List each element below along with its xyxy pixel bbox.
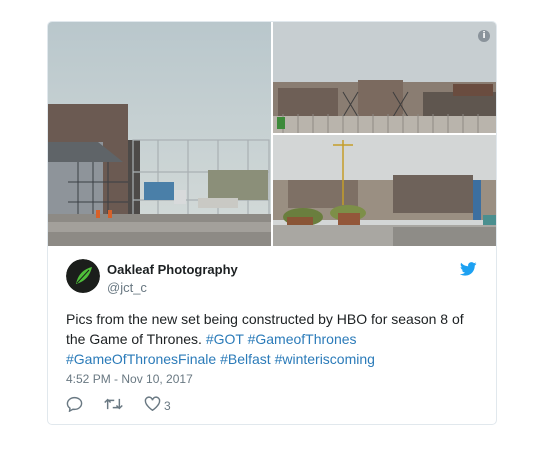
retweet-icon — [104, 397, 123, 416]
tweet-timestamp[interactable]: 4:52 PM - Nov 10, 2017 — [66, 372, 193, 386]
media-grid: i — [48, 22, 496, 246]
embedded-tweet-card: i Oakleaf Photography @jct_c Pics from t… — [47, 21, 497, 425]
heart-icon — [144, 396, 161, 416]
tweet-actions: 3 — [66, 396, 266, 417]
hashtag-got[interactable]: #GOT — [206, 331, 244, 347]
info-icon[interactable]: i — [478, 30, 490, 42]
tweet-text: Pics from the new set being constructed … — [66, 309, 486, 369]
author-avatar[interactable] — [66, 259, 100, 293]
author-display-name[interactable]: Oakleaf Photography — [107, 262, 238, 277]
like-button[interactable]: 3 — [144, 396, 171, 416]
tweet-text-line1: Pics from the new set being constructed … — [66, 311, 464, 327]
tweet-photo-1[interactable] — [48, 22, 271, 246]
tweet-photo-2[interactable] — [273, 22, 496, 133]
hashtag-belfast[interactable]: #Belfast — [220, 351, 271, 367]
reply-icon — [66, 396, 83, 417]
tweet-text-line2: the Game of Thrones. — [66, 331, 202, 347]
like-count: 3 — [164, 399, 171, 413]
retweet-button[interactable] — [104, 397, 123, 415]
hashtag-winteriscoming[interactable]: #winteriscoming — [275, 351, 375, 367]
tweet-photo-3[interactable] — [273, 135, 496, 246]
reply-button[interactable] — [66, 396, 83, 417]
hashtag-gameofthrones[interactable]: #GameofThrones — [248, 331, 357, 347]
author-handle[interactable]: @jct_c — [107, 280, 147, 295]
twitter-bird-icon[interactable] — [459, 262, 477, 276]
hashtag-gameofthronesfinale[interactable]: #GameOfThronesFinale — [66, 351, 216, 367]
